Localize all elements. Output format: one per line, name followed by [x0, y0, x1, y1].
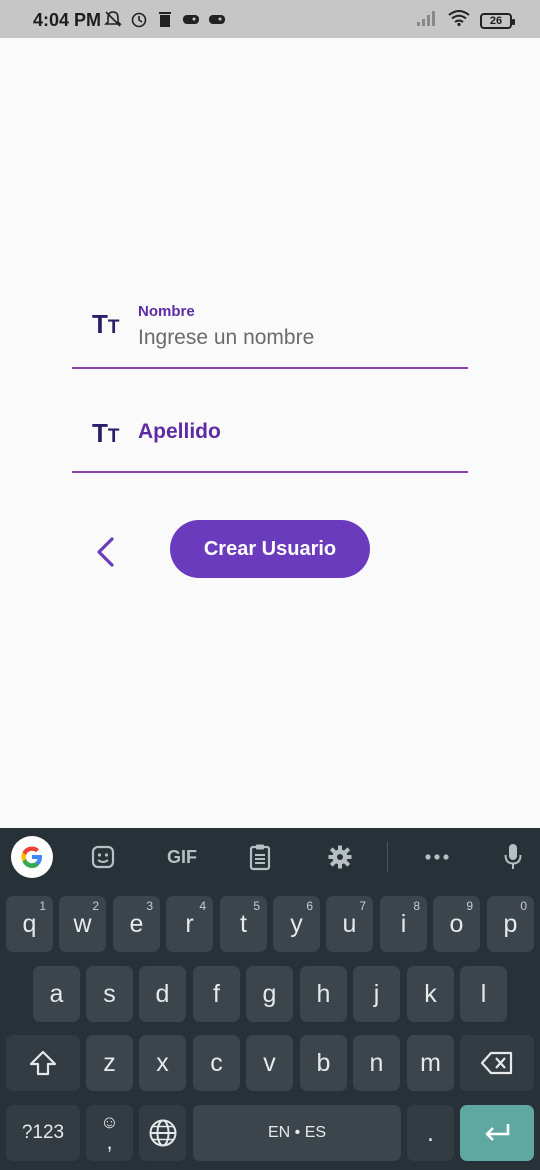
shift-icon: [29, 1050, 57, 1076]
soft-keyboard: GIF q1 w2 e3 r4 t5 y6 u7 i8 o9 p0 a s d …: [0, 828, 540, 1170]
key-s[interactable]: s: [86, 966, 133, 1022]
mic-icon[interactable]: [498, 842, 528, 872]
key-j[interactable]: j: [353, 966, 400, 1022]
shift-key[interactable]: [6, 1035, 80, 1091]
key-d[interactable]: d: [139, 966, 186, 1022]
system-icons: 26: [416, 10, 515, 31]
create-user-button[interactable]: Crear Usuario: [170, 520, 370, 578]
toolbar-divider: [387, 842, 388, 872]
trash-icon: [156, 10, 174, 28]
key-z[interactable]: z: [86, 1035, 133, 1091]
key-o[interactable]: o9: [433, 896, 480, 952]
key-u[interactable]: u7: [326, 896, 373, 952]
key-g[interactable]: g: [246, 966, 293, 1022]
nombre-label: Nombre: [138, 303, 195, 320]
keyboard-toolbar: GIF: [0, 828, 540, 886]
key-v[interactable]: v: [246, 1035, 293, 1091]
key-f[interactable]: f: [193, 966, 240, 1022]
backspace-icon: [480, 1051, 513, 1075]
key-b[interactable]: b: [300, 1035, 347, 1091]
key-i[interactable]: i8: [380, 896, 427, 952]
key-w[interactable]: w2: [59, 896, 106, 952]
clipboard-icon[interactable]: [245, 842, 275, 872]
chevron-left-icon: [97, 537, 114, 567]
enter-key[interactable]: [460, 1105, 534, 1161]
key-h[interactable]: h: [300, 966, 347, 1022]
apellido-label: Apellido: [138, 420, 221, 443]
key-m[interactable]: m: [407, 1035, 454, 1091]
period-key[interactable]: .: [407, 1105, 454, 1161]
key-q[interactable]: q1: [6, 896, 53, 952]
gear-icon[interactable]: [325, 842, 355, 872]
wifi-icon: [448, 10, 470, 31]
google-icon[interactable]: [11, 836, 53, 878]
emoji-comma-key[interactable]: ☺ ,: [86, 1105, 133, 1161]
globe-icon: [149, 1119, 176, 1147]
nombre-input[interactable]: [138, 326, 458, 350]
status-time: 4:04 PM: [33, 10, 102, 30]
text-fields-icon: TT: [92, 418, 120, 448]
bell-off-icon: [104, 10, 122, 28]
more-icon[interactable]: [422, 842, 452, 872]
apellido-field[interactable]: TT Apellido: [72, 400, 468, 473]
backspace-key[interactable]: [460, 1035, 534, 1091]
sticker-icon[interactable]: [88, 842, 118, 872]
key-l[interactable]: l: [460, 966, 507, 1022]
key-p[interactable]: p0: [487, 896, 534, 952]
key-y[interactable]: y6: [273, 896, 320, 952]
key-n[interactable]: n: [353, 1035, 400, 1091]
game-icon-2: [208, 10, 226, 28]
symbols-key[interactable]: ?123: [6, 1105, 80, 1161]
globe-key[interactable]: [139, 1105, 186, 1161]
back-button[interactable]: [90, 535, 122, 569]
battery-icon: 26: [480, 12, 515, 29]
status-bar: 4:04 PM 26: [0, 0, 540, 38]
key-k[interactable]: k: [407, 966, 454, 1022]
key-a[interactable]: a: [33, 966, 80, 1022]
space-key[interactable]: EN • ES: [193, 1105, 401, 1161]
notification-icons: [104, 10, 226, 28]
game-icon: [182, 10, 200, 28]
alarm-icon: [130, 10, 148, 28]
text-fields-icon: TT: [92, 309, 120, 339]
key-x[interactable]: x: [139, 1035, 186, 1091]
key-e[interactable]: e3: [113, 896, 160, 952]
key-r[interactable]: r4: [166, 896, 213, 952]
nombre-field[interactable]: TT Nombre: [72, 295, 468, 369]
signal-icon: [416, 10, 438, 31]
key-c[interactable]: c: [193, 1035, 240, 1091]
gif-icon[interactable]: GIF: [164, 842, 200, 872]
enter-icon: [485, 1124, 510, 1141]
key-t[interactable]: t5: [220, 896, 267, 952]
